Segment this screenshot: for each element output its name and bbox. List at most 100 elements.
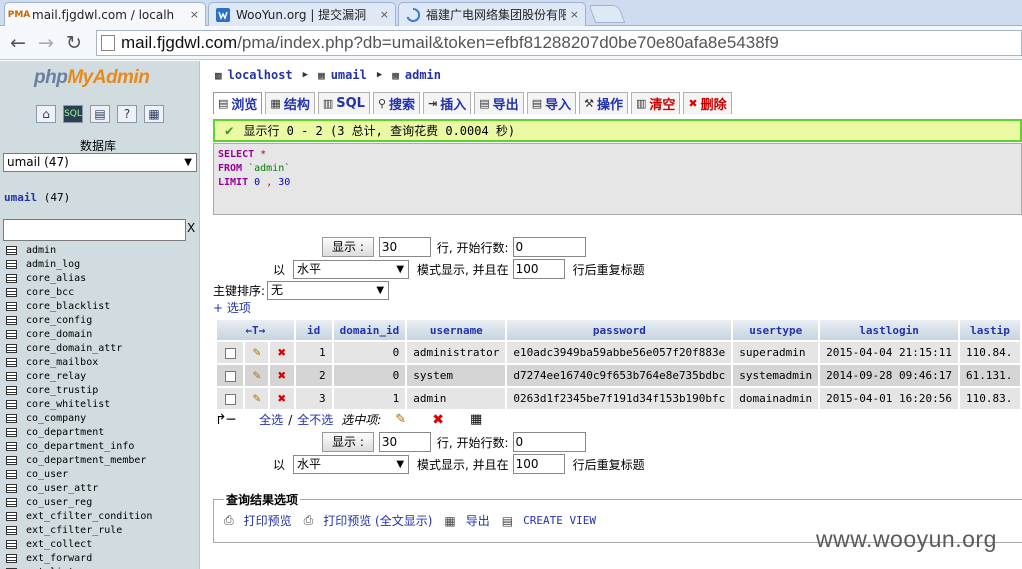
tab-operations[interactable]: ⚒ 操作 [579,92,628,114]
column-header-usertype[interactable]: usertype [733,320,819,340]
sidebar-table-item[interactable]: co_company [6,411,152,425]
sidebar-table-item[interactable]: ext_collect [6,537,152,551]
sidebar-table-item[interactable]: core_alias [6,271,152,285]
tab-search[interactable]: ⚲ 搜索 [372,92,421,114]
browser-tab-wooyun[interactable]: WooYun.org | 提交漏洞 × [208,2,396,26]
sidebar-table-item[interactable]: core_whitelist [6,397,152,411]
display-mode-select[interactable]: 水平 ▼ [293,259,410,279]
back-arrow-icon[interactable]: ← [6,31,30,55]
sidebar-table-item[interactable]: core_config [6,313,152,327]
delete-row-icon[interactable]: ✖ [278,345,286,361]
table-icon [6,427,17,437]
repeat-headers-input[interactable]: 100 [512,259,565,279]
delete-row-icon[interactable]: ✖ [278,368,286,384]
database-select[interactable]: umail (47) ▼ [3,153,197,172]
sidebar-table-item[interactable]: co_user_reg [6,495,152,509]
export-link[interactable]: 导出 [466,512,490,529]
options-link[interactable]: + 选项 [213,299,251,316]
sidebar-table-item[interactable]: core_mailbox [6,355,152,369]
sidebar-table-item[interactable]: co_user [6,467,152,481]
reload-icon[interactable]: ↻ [62,31,86,55]
new-tab-button[interactable] [588,5,626,23]
browser-tab-fjgdwl[interactable]: 福建广电网络集团股份有限 × [398,2,586,26]
edit-row-icon[interactable]: ✎ [253,345,261,360]
tab-import[interactable]: ▤ 导入 [526,92,577,114]
column-header-lastip[interactable]: lastip [960,320,1020,340]
tab-drop[interactable]: ✖ 删除 [683,92,732,114]
rows-count-input[interactable]: 30 [378,237,431,257]
repeat-headers-input[interactable]: 100 [512,454,565,474]
export-selected-icon[interactable]: ▦ [470,412,482,427]
row-checkbox[interactable] [224,347,236,359]
sort-arrows[interactable]: ←T→ [217,320,294,340]
edit-row-icon[interactable]: ✎ [253,391,261,406]
table-filter-input[interactable] [3,219,186,241]
column-header-username[interactable]: username [407,320,506,340]
address-bar[interactable]: mail.fjgdwl.com/pma/index.php?db=umail&t… [96,30,1022,56]
create-view-link[interactable]: CREATE VIEW [523,514,596,527]
print-view-link[interactable]: 打印预览 [244,512,292,529]
sidebar-table-name: core_relay [26,370,87,382]
sidebar-table-item[interactable]: co_department_member [6,453,152,467]
delete-row-icon[interactable]: ✖ [278,391,286,407]
edit-selected-icon[interactable]: ✎ [395,412,406,427]
show-rows-button[interactable]: 显示 : [322,432,374,452]
column-header-domain_id[interactable]: domain_id [333,320,406,340]
home-icon[interactable]: ⌂ [36,105,56,123]
forward-arrow-icon[interactable]: → [34,31,58,55]
display-mode-select[interactable]: 水平 ▼ [293,454,410,474]
tab-browse[interactable]: ▤ 浏览 [213,92,263,114]
sidebar-table-item[interactable]: core_bcc [6,285,152,299]
tab-insert[interactable]: ⇥ 插入 [423,92,472,114]
sidebar-table-item[interactable]: core_trustip [6,383,152,397]
sidebar-table-item[interactable]: co_user_attr [6,481,152,495]
check-all-link[interactable]: 全选 [259,411,283,428]
close-tab-icon[interactable]: × [570,8,579,21]
sidebar-table-item[interactable]: ext_cfilter_condition [6,509,152,523]
start-row-input[interactable]: 0 [512,237,586,257]
sidebar-table-item[interactable]: core_blacklist [6,299,152,313]
sidebar-table-item[interactable]: core_domain_attr [6,341,152,355]
tab-sql[interactable]: ▥ SQL [317,92,370,114]
column-header-password[interactable]: password [507,320,732,340]
breadcrumb-database[interactable]: umail [331,68,367,82]
sidebar-table-item[interactable]: ext_list [6,565,152,569]
start-row-input[interactable]: 0 [512,432,586,452]
sidebar-table-item[interactable]: ext_cfilter_rule [6,523,152,537]
sidebar-table-name: core_trustip [26,384,99,396]
sidebar-table-item[interactable]: admin [6,243,152,257]
sidebar-table-item[interactable]: core_relay [6,369,152,383]
database-link[interactable]: umail [4,191,37,204]
print-view-full-link[interactable]: 打印预览 (全文显示) [323,512,432,529]
browser-tab-phpmyadmin[interactable]: PMA mail.fjgdwl.com / localh × [4,2,206,26]
phpmyadmin-logo[interactable]: phpMyAdmin [34,67,150,89]
query-window-icon[interactable]: SQL [63,105,83,123]
tab-structure[interactable]: ▦ 结构 [265,92,315,114]
tab-export[interactable]: ▤ 导出 [474,92,524,114]
breadcrumb-table[interactable]: admin [405,68,441,82]
clear-filter-button[interactable]: X [187,221,199,235]
sidebar-table-item[interactable]: ext_forward [6,551,152,565]
edit-row-icon[interactable]: ✎ [253,368,261,383]
close-tab-icon[interactable]: × [380,8,389,21]
sidebar-table-item[interactable]: admin_log [6,257,152,271]
uncheck-all-link[interactable]: 全不选 [297,411,333,428]
column-header-lastlogin[interactable]: lastlogin [820,320,958,340]
close-tab-icon[interactable]: × [190,8,199,21]
sidebar-table-item[interactable]: co_department [6,425,152,439]
help-icon[interactable]: ? [117,105,137,123]
row-checkbox[interactable] [224,393,236,405]
delete-selected-icon[interactable]: ✖ [432,412,444,428]
sidebar-table-item[interactable]: core_domain [6,327,152,341]
docs-icon[interactable]: ▦ [144,105,164,123]
column-header-id[interactable]: id [295,320,332,340]
sort-select[interactable]: 无 ▼ [267,281,390,300]
show-rows-button[interactable]: 显示 : [322,237,374,257]
table-icon [6,441,17,451]
row-checkbox[interactable] [224,370,236,382]
sidebar-table-item[interactable]: co_department_info [6,439,152,453]
sql-icon[interactable]: ▤ [90,105,110,123]
rows-count-input[interactable]: 30 [378,432,431,452]
breadcrumb-server[interactable]: localhost [228,68,293,82]
tab-empty[interactable]: ▥ 清空 [631,92,681,114]
